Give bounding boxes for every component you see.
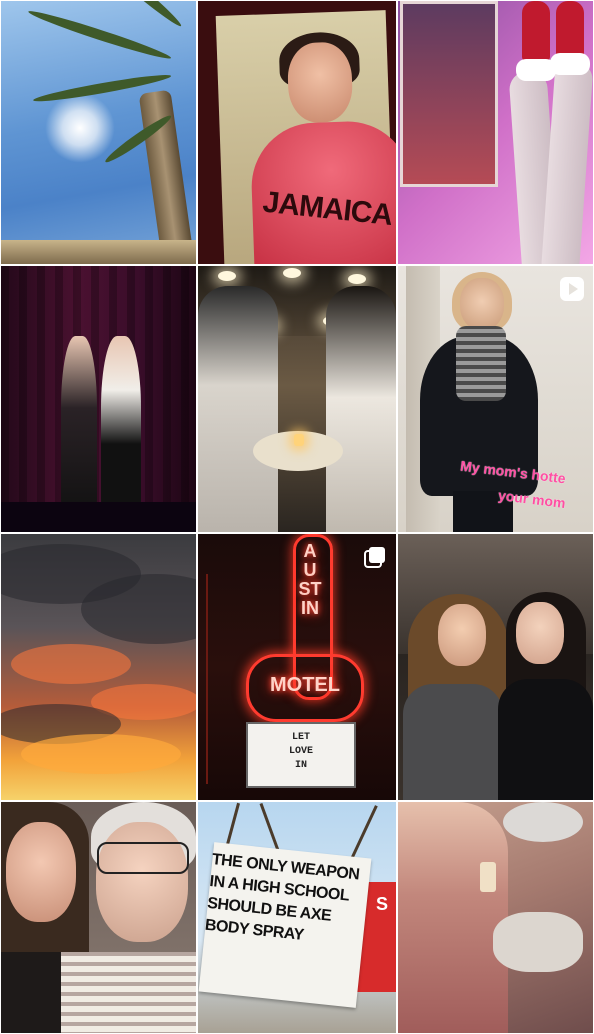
grid-photo-two-women[interactable] (397, 533, 594, 801)
candle (294, 434, 304, 446)
sun-glare (45, 93, 115, 163)
face (438, 604, 486, 666)
grid-photo-selfie-grandma[interactable] (0, 801, 197, 1034)
stage-floor (1, 502, 196, 532)
poster-face (286, 41, 354, 124)
grid-photo-mom-coat[interactable]: My mom's hotte your mom (397, 265, 594, 533)
grid-photo-restaurant[interactable] (197, 265, 397, 533)
tree-branch (259, 802, 280, 852)
grid-photo-protest-sign[interactable]: S THE ONLY WEAPON IN A HIGH SCHOOL SHOUL… (197, 801, 397, 1034)
poster: JAMAICA (215, 10, 396, 264)
curtain (1, 266, 196, 532)
ceiling-light (348, 274, 366, 284)
side-sign-text: S (375, 894, 388, 914)
face (96, 822, 188, 942)
neon-sign-motel: MOTEL (270, 674, 340, 696)
lamp (503, 802, 583, 842)
grid-photo-crafts[interactable] (397, 801, 594, 1034)
palm-frond (26, 6, 173, 63)
sock (556, 1, 584, 61)
grid-photo-neon-legs[interactable] (397, 0, 594, 265)
marquee-line: IN (294, 760, 307, 771)
performer (61, 336, 97, 516)
person (398, 802, 508, 1033)
sock-cuff (550, 53, 590, 75)
ceiling-light (283, 268, 301, 278)
grid-photo-sunset-clouds[interactable] (0, 533, 197, 801)
pole (206, 574, 208, 784)
sweater (403, 684, 503, 800)
sock (522, 1, 550, 61)
grid-photo-austin-motel[interactable]: AUSTIN MOTEL LET LOVE IN (197, 533, 397, 801)
bottle (480, 862, 496, 892)
ceiling-light (218, 271, 236, 281)
glasses (97, 842, 189, 874)
palm-frond (85, 1, 185, 30)
striped-shirt (61, 952, 196, 1033)
marquee-line: LET (291, 732, 310, 743)
photo-grid: JAMAICA My mom's hotte your mom AUSTIN M… (0, 0, 594, 1034)
sunset-glow (21, 734, 181, 774)
grid-photo-stage[interactable] (0, 265, 197, 533)
grid-photo-palm-sky[interactable] (0, 0, 197, 265)
neon-sign-austin: AUSTIN (298, 541, 322, 618)
face (516, 602, 564, 664)
diner-right (326, 286, 396, 532)
video-icon (559, 276, 585, 302)
marquee-text: LET LOVE IN (246, 731, 356, 773)
sunset-glow (11, 644, 131, 684)
marquee-line: LOVE (288, 746, 313, 757)
face (460, 278, 504, 330)
carousel-icon (364, 546, 386, 568)
top (1, 952, 61, 1033)
wall-art (400, 1, 498, 187)
top (498, 679, 593, 800)
face (6, 822, 76, 922)
leg (540, 59, 593, 264)
diner-left (198, 286, 278, 532)
hands (493, 912, 583, 972)
scarf (456, 326, 506, 401)
performer (101, 336, 141, 516)
protest-sign-text: THE ONLY WEAPON IN A HIGH SCHOOL SHOULD … (204, 849, 368, 953)
grid-photo-jamaica-poster[interactable]: JAMAICA (197, 0, 397, 265)
roof-edge (1, 240, 196, 264)
